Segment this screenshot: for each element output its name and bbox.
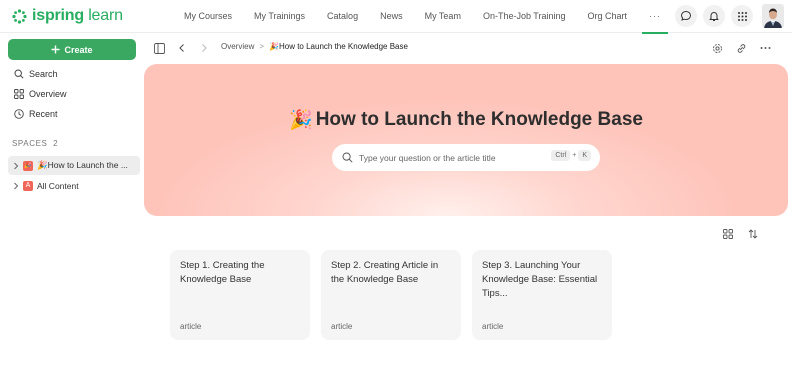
keyboard-shortcut-hint: Ctrl + K xyxy=(551,150,591,161)
more-options-button[interactable] xyxy=(758,41,772,55)
clock-icon xyxy=(14,109,24,119)
article-card-title: Step 3. Launching Your Knowledge Base: E… xyxy=(482,260,598,299)
sidebar-item-search[interactable]: Search xyxy=(14,66,58,82)
search-icon xyxy=(14,69,24,79)
article-card[interactable]: Step 1. Creating the Knowledge Base arti… xyxy=(170,250,310,340)
knowledge-base-search[interactable]: Ctrl + K xyxy=(332,144,600,171)
shortcut-key-k: K xyxy=(578,150,591,161)
article-card-type: article xyxy=(180,322,202,331)
grid-view-icon xyxy=(723,229,733,239)
search-icon xyxy=(342,152,353,163)
nav-my-team[interactable]: My Team xyxy=(414,0,472,33)
sort-icon xyxy=(748,229,758,239)
sidebar-item-label: Search xyxy=(29,69,58,79)
page-title: 🎉 How to Launch the Knowledge Base xyxy=(144,108,788,132)
nav-org-chart[interactable]: Org Chart xyxy=(576,0,638,33)
chevron-left-icon xyxy=(179,44,184,52)
spaces-label: SPACES xyxy=(12,139,48,148)
chevron-right-icon xyxy=(202,44,207,52)
apps-button[interactable] xyxy=(731,5,753,27)
plus-icon xyxy=(51,45,60,54)
nav-my-courses[interactable]: My Courses xyxy=(173,0,243,33)
sidebar-item-label: Recent xyxy=(29,109,58,119)
user-avatar-image xyxy=(762,4,784,28)
chevron-right-icon[interactable] xyxy=(11,162,21,170)
sidebar-item-recent[interactable]: Recent xyxy=(14,106,58,122)
sidebar-toggle-icon xyxy=(153,42,165,54)
space-item-label: 🎉How to Launch the ... xyxy=(37,160,128,170)
space-item-label: All Content xyxy=(37,180,79,191)
page-title-text: How to Launch the Knowledge Base xyxy=(315,109,643,130)
app-logo[interactable]: ispring learn xyxy=(11,7,123,25)
breadcrumb-separator: > xyxy=(259,42,265,51)
forward-button[interactable] xyxy=(197,41,211,55)
shortcut-key-ctrl: Ctrl xyxy=(551,150,571,161)
article-card-title: Step 1. Creating the Knowledge Base xyxy=(180,260,265,285)
breadcrumb-overview[interactable]: Overview xyxy=(221,42,254,51)
chevron-right-icon[interactable] xyxy=(11,182,21,190)
sidebar-item-overview[interactable]: Overview xyxy=(14,86,67,102)
copy-link-button[interactable] xyxy=(734,41,748,55)
article-card-title: Step 2. Creating Article in the Knowledg… xyxy=(331,260,439,285)
space-badge: A xyxy=(23,180,33,191)
nav-news[interactable]: News xyxy=(369,0,414,33)
space-hero-banner: 🎉 How to Launch the Knowledge Base Ctrl … xyxy=(144,64,788,216)
article-card[interactable]: Step 2. Creating Article in the Knowledg… xyxy=(321,250,461,340)
nav-my-trainings[interactable]: My Trainings xyxy=(243,0,316,33)
chat-icon xyxy=(680,10,692,21)
breadcrumb: Overview > 🎉How to Launch the Knowledge … xyxy=(221,42,408,51)
sort-button[interactable] xyxy=(746,227,760,241)
search-input[interactable] xyxy=(359,152,549,163)
link-icon xyxy=(737,43,745,53)
more-horizontal-icon xyxy=(760,47,770,49)
bell-icon xyxy=(709,12,719,21)
article-card-type: article xyxy=(482,322,504,331)
space-item-knowledge-base[interactable]: 🎉 🎉How to Launch the ... xyxy=(8,156,140,175)
spaces-heading: SPACES 2 xyxy=(12,139,58,148)
shortcut-plus: + xyxy=(572,152,577,159)
grid-icon xyxy=(14,89,24,99)
header-actions xyxy=(675,4,792,28)
sidebar-item-label: Overview xyxy=(29,89,67,99)
nav-on-the-job-training[interactable]: On-The-Job Training xyxy=(472,0,577,33)
create-button[interactable]: Create xyxy=(8,39,136,60)
nav-more-button[interactable]: ··· xyxy=(638,0,672,34)
space-badge: 🎉 xyxy=(23,160,33,171)
sidebar: Create Search Overview Recent SPACES 2 🎉… xyxy=(0,33,146,368)
chat-button[interactable] xyxy=(675,5,697,27)
top-bar: ispring learn My Courses My Trainings Ca… xyxy=(0,0,792,34)
back-button[interactable] xyxy=(175,41,189,55)
party-popper-icon: 🎉 xyxy=(289,110,313,131)
apps-grid-icon xyxy=(737,11,747,21)
settings-button[interactable] xyxy=(710,41,724,55)
nav-catalog[interactable]: Catalog xyxy=(316,0,369,33)
article-card-type: article xyxy=(331,322,353,331)
spaces-count: 2 xyxy=(53,139,59,148)
notifications-button[interactable] xyxy=(703,5,725,27)
breadcrumb-current: 🎉How to Launch the Knowledge Base xyxy=(269,42,408,51)
create-button-label: Create xyxy=(64,44,93,55)
article-card[interactable]: Step 3. Launching Your Knowledge Base: E… xyxy=(472,250,612,340)
main-nav: My Courses My Trainings Catalog News My … xyxy=(173,0,672,34)
ispring-logo-icon xyxy=(12,8,27,24)
content-toolbar: Overview > 🎉How to Launch the Knowledge … xyxy=(146,33,792,63)
logo-text: ispring learn xyxy=(32,7,123,24)
space-item-all-content[interactable]: A All Content xyxy=(8,176,140,195)
toggle-sidebar-button[interactable] xyxy=(152,41,166,55)
grid-view-button[interactable] xyxy=(721,227,735,241)
gear-icon xyxy=(712,43,722,53)
avatar[interactable] xyxy=(762,4,784,28)
